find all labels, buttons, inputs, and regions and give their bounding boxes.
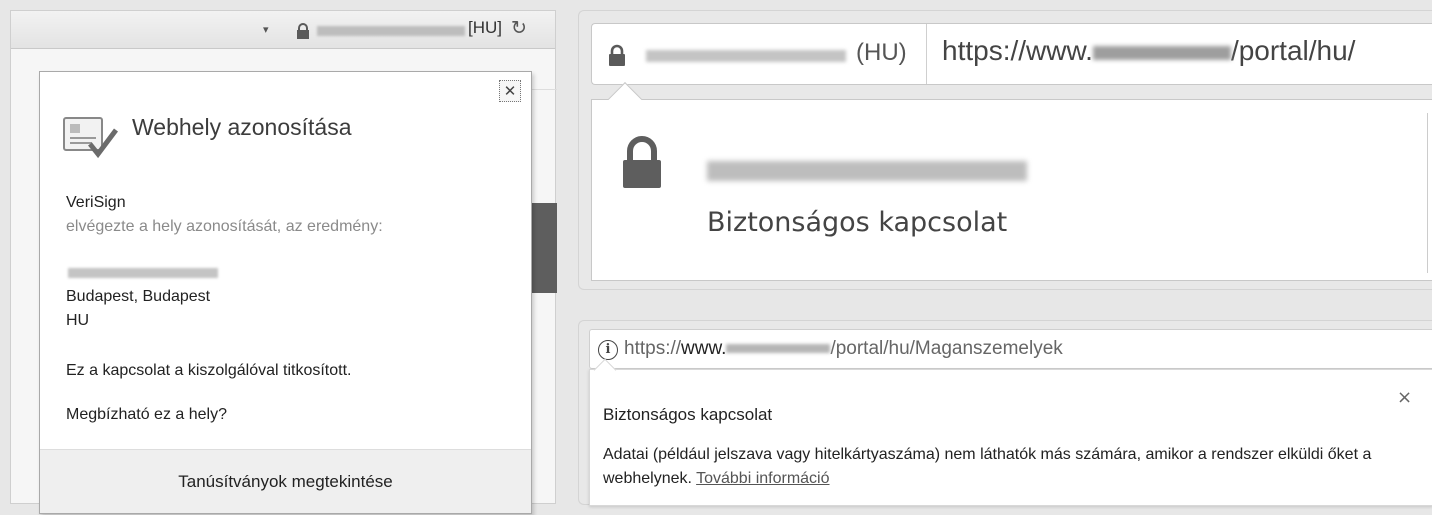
country-code: [HU] <box>468 18 502 37</box>
certificate-icon <box>62 114 118 166</box>
lock-icon[interactable] <box>295 23 311 44</box>
popup-title: Webhely azonosítása <box>132 114 352 140</box>
blurred-org-name <box>707 161 1027 181</box>
encryption-status: Ez a kapcsolat a kiszolgálóval titkosíto… <box>66 362 352 379</box>
security-bubble <box>591 99 1432 281</box>
popup-title: Biztonságos kapcsolat <box>603 405 773 424</box>
url-host-prefix: www. <box>681 338 727 359</box>
more-info-link[interactable]: További információ <box>696 470 829 487</box>
ie-address-bar: ▾ [HU] ↻ <box>11 11 555 49</box>
dropdown-arrow-icon[interactable]: ▾ <box>263 23 269 36</box>
lock-icon <box>619 136 665 194</box>
omnibox[interactable]: i https://www. /portal/hu/Maganszemelyek <box>589 329 1432 369</box>
divider <box>926 24 927 84</box>
trust-question-link[interactable]: Megbízható ez a hely? <box>66 406 227 424</box>
blurred-site-name <box>317 26 465 36</box>
issuer: VeriSign <box>66 194 126 211</box>
blurred-org-name <box>68 268 218 278</box>
lock-icon[interactable] <box>606 44 628 72</box>
chrome-old-window: (HU) https://www. /portal/hu/ Biztonságos… <box>578 10 1432 290</box>
view-certificates-button[interactable]: Tanúsítványok megtekintése <box>40 449 531 513</box>
blurred-domain <box>1092 45 1231 60</box>
url-path: /portal/hu/Maganszemelyek <box>830 338 1063 359</box>
url-text[interactable]: https://www. /portal/hu/ <box>942 35 1355 67</box>
secure-connection-label: Biztonságos kapcsolat <box>707 207 1008 238</box>
url-prefix: https://www. <box>942 35 1093 66</box>
location: Budapest, Budapest <box>66 288 211 305</box>
url-suffix: /portal/hu/ <box>1230 35 1356 66</box>
close-icon[interactable]: × <box>1397 387 1412 408</box>
url-scheme: https:// <box>624 338 682 359</box>
omnibox[interactable]: (HU) https://www. /portal/hu/ <box>591 23 1432 85</box>
ie-window: ▾ [HU] ↻ ✕ Webhely azonosítása VeriSign … <box>10 10 557 514</box>
close-icon[interactable]: ✕ <box>499 80 521 102</box>
issuer-note: elvégezte a hely azonosítását, az eredmé… <box>66 218 383 235</box>
url-text[interactable]: https://www. /portal/hu/Maganszemelyek <box>624 338 1063 360</box>
country: HU <box>66 312 90 329</box>
blurred-domain <box>726 344 831 354</box>
chrome-new-window: i https://www./portal/hu/Maganszemelyek … <box>578 320 1432 506</box>
country-code: (HU) <box>856 39 907 66</box>
refresh-icon[interactable]: ↻ <box>511 17 527 39</box>
popup-description: Adatai (például jelszava vagy hitelkárty… <box>603 443 1423 491</box>
info-icon[interactable]: i <box>598 340 618 360</box>
site-identity-popup: ✕ Webhely azonosítása VeriSign elvégezte… <box>39 71 532 514</box>
background-page-strip <box>531 203 557 293</box>
blurred-site-name <box>646 50 846 62</box>
divider <box>1427 113 1428 273</box>
background-divider <box>531 89 557 90</box>
